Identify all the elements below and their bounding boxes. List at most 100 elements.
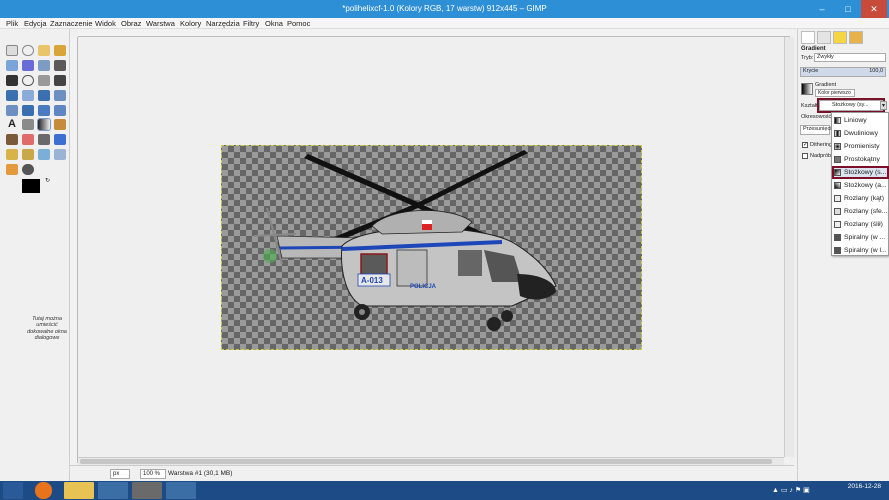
adaptive-supersampling-checkbox[interactable] — [802, 153, 808, 159]
vertical-scrollbar[interactable] — [784, 37, 794, 457]
title-bar: *polihelixcf-1.0 (Kolory RGB, 17 warstw)… — [0, 0, 889, 18]
file-explorer-icon[interactable] — [64, 482, 94, 499]
scale-icon[interactable] — [54, 90, 66, 101]
device-status-tab-icon[interactable] — [817, 31, 831, 44]
vertical-ruler[interactable] — [70, 37, 78, 463]
maximize-button[interactable]: □ — [835, 0, 861, 18]
shape-option-bilinear[interactable]: Dwuliniowy — [832, 127, 889, 140]
windows-taskbar: ▲ ▭ ♪ ⚑ ▣ 2016-12-28 — [0, 481, 889, 500]
shape-option-conical-asymmetric[interactable]: Stożkowy (a... — [832, 179, 889, 192]
spiral-clockwise-icon — [834, 234, 841, 241]
shape-option-linear[interactable]: Liniowy — [832, 114, 889, 127]
gradient-select[interactable]: Kolor pierwszo — [815, 89, 855, 97]
unit-select[interactable]: px — [110, 469, 130, 479]
foreground-color-swatch[interactable] — [22, 179, 40, 193]
offset-slider[interactable]: Przesunięcie — [800, 125, 835, 135]
image-canvas[interactable]: A-013 POLICJA — [221, 145, 642, 350]
menu-okna[interactable]: Okna — [265, 19, 283, 28]
cage-icon[interactable] — [54, 105, 66, 116]
foreground-select-icon[interactable] — [38, 60, 50, 71]
scissors-icon[interactable] — [22, 60, 34, 71]
airbrush-icon[interactable] — [38, 134, 50, 145]
menu-narzedzia[interactable]: Narzędzia — [206, 19, 240, 28]
zoom-select[interactable]: 100 % — [140, 469, 166, 479]
smudge-icon[interactable] — [38, 149, 50, 160]
gradient-preview-swatch[interactable] — [801, 83, 813, 95]
rect-select-icon[interactable] — [6, 45, 18, 56]
dodge-burn-icon[interactable] — [6, 164, 18, 175]
minimize-button[interactable]: – — [809, 0, 835, 18]
blur-icon[interactable] — [54, 149, 66, 160]
text-tool-icon[interactable]: A — [6, 119, 18, 130]
mode-label: Tryb: — [801, 55, 814, 61]
close-button[interactable]: ✕ — [861, 0, 887, 18]
mode-select[interactable]: Zwykły — [814, 53, 886, 62]
pencil-icon[interactable] — [54, 119, 66, 130]
paintbrush-icon[interactable] — [6, 134, 18, 145]
menu-warstwa[interactable]: Warstwa — [146, 19, 175, 28]
fuzzy-select-icon[interactable] — [54, 45, 66, 56]
move-icon[interactable] — [54, 75, 66, 86]
shape-option-radial[interactable]: Promienisty — [832, 140, 889, 153]
ink-icon[interactable] — [54, 134, 66, 145]
measure-icon[interactable] — [38, 75, 50, 86]
shape-option-shaped-spherical[interactable]: Rozlany (sfe... — [832, 205, 889, 218]
opacity-slider[interactable]: Krycie 100,0 — [800, 67, 886, 77]
color-select-icon[interactable] — [6, 60, 18, 71]
shape-option-shaped-dimpled[interactable]: Rozlany (ślił) — [832, 218, 889, 231]
menu-plik[interactable]: Plik — [6, 19, 18, 28]
smudge-tool-icon[interactable] — [22, 164, 34, 175]
crop-icon[interactable] — [22, 90, 34, 101]
dithering-label: Dithering — [810, 142, 833, 148]
menu-obraz[interactable]: Obraz — [121, 19, 141, 28]
home-icon[interactable] — [98, 482, 128, 499]
eraser-icon[interactable] — [22, 134, 34, 145]
clone-icon[interactable] — [6, 149, 18, 160]
shape-option-conical-symmetric[interactable]: Stożkowy (s... — [832, 166, 889, 179]
color-picker-icon[interactable] — [6, 75, 18, 86]
shape-option-spiral-ccw[interactable]: Spiralny (w l... — [832, 244, 889, 257]
app-taskbar-icon[interactable] — [166, 482, 196, 499]
spiral-counterclockwise-icon — [834, 247, 841, 254]
firefox-icon[interactable] — [35, 482, 52, 499]
gradient-tool-icon[interactable] — [37, 118, 51, 131]
menu-bar: Plik Edycja Zaznaczenie Widok Obraz Wars… — [0, 18, 889, 29]
shape-option-shaped-angular[interactable]: Rozlany (kąt) — [832, 192, 889, 205]
flip-icon[interactable] — [38, 105, 50, 116]
rotate-icon[interactable] — [38, 90, 50, 101]
ellipse-select-icon[interactable] — [22, 45, 34, 56]
conical-asymmetric-icon — [834, 182, 841, 189]
horizontal-ruler[interactable] — [78, 29, 790, 37]
clock[interactable]: 2016-12-28 — [848, 483, 881, 491]
paths-icon[interactable] — [54, 60, 66, 71]
undo-history-tab-icon[interactable] — [833, 31, 847, 44]
chevron-down-icon[interactable]: ▾ — [880, 101, 887, 110]
perspective-icon[interactable] — [22, 105, 34, 116]
shape-option-spiral-cw[interactable]: Spiralny (w ... — [832, 231, 889, 244]
align-icon[interactable] — [6, 90, 18, 101]
heal-icon[interactable] — [22, 149, 34, 160]
horizontal-scroll-thumb[interactable] — [80, 459, 772, 464]
tool-options-tab-icon[interactable] — [801, 31, 815, 44]
menu-zaznaczenie[interactable]: Zaznaczenie — [50, 19, 93, 28]
zoom-icon[interactable] — [22, 75, 34, 86]
shape-select[interactable]: Stożkowy (sy... — [817, 98, 885, 113]
images-tab-icon[interactable] — [849, 31, 863, 44]
free-select-icon[interactable] — [38, 45, 50, 56]
menu-widok[interactable]: Widok — [95, 19, 116, 28]
gimp-taskbar-icon[interactable] — [132, 482, 162, 499]
bucket-fill-icon[interactable] — [22, 119, 34, 130]
dithering-checkbox[interactable]: ✓ — [802, 142, 808, 148]
shear-icon[interactable] — [6, 105, 18, 116]
menu-filtry[interactable]: Filtry — [243, 19, 259, 28]
shape-option-square[interactable]: Prostokątny — [832, 153, 889, 166]
tray-icons[interactable]: ▲ ▭ ♪ ⚑ ▣ — [772, 486, 810, 494]
shaped-angular-icon — [834, 195, 841, 202]
horizontal-scrollbar[interactable] — [78, 457, 784, 465]
menu-edycja[interactable]: Edycja — [24, 19, 47, 28]
menu-kolory[interactable]: Kolory — [180, 19, 201, 28]
menu-pomoc[interactable]: Pomoc — [287, 19, 310, 28]
start-button-icon[interactable] — [3, 482, 23, 499]
swap-colors-icon[interactable]: ↻ — [45, 177, 50, 184]
radial-gradient-icon — [834, 143, 841, 150]
